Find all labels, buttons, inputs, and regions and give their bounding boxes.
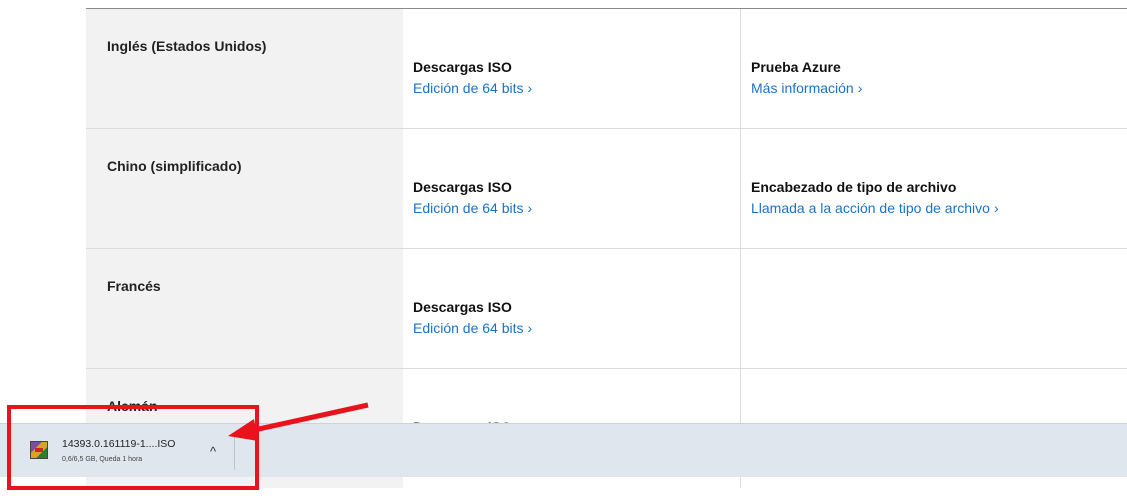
- edition-64bit-link[interactable]: Edición de 64 bits ›: [413, 77, 740, 99]
- file-type-cell: Encabezado de tipo de archivo Llamada a …: [741, 129, 1127, 248]
- download-item[interactable]: 14393.0.161119-1....ISO 0,6/6,5 GB, Qued…: [26, 432, 234, 470]
- iso-downloads-cell: Descargas ISO Edición de 64 bits ›: [403, 129, 741, 248]
- cell-title: Descargas ISO: [413, 59, 512, 75]
- edition-64bit-link[interactable]: Edición de 64 bits ›: [413, 197, 740, 219]
- language-label: Chino (simplificado): [86, 129, 403, 248]
- link-text: Edición de 64 bits: [413, 200, 524, 216]
- chevron-right-icon: ›: [527, 320, 533, 336]
- link-text: Llamada a la acción de tipo de archivo: [751, 200, 990, 216]
- table-row: Chino (simplificado) Descargas ISO Edici…: [86, 129, 1127, 249]
- link-text: Edición de 64 bits: [413, 80, 524, 96]
- chevron-right-icon: ›: [857, 80, 863, 96]
- cell-title: Descargas ISO: [413, 179, 512, 195]
- downloads-table: Inglés (Estados Unidos) Descargas ISO Ed…: [86, 8, 1127, 488]
- iso-downloads-cell: Descargas ISO Edición de 64 bits ›: [403, 249, 741, 368]
- language-label: Francés: [86, 249, 403, 368]
- chevron-up-icon[interactable]: ^: [210, 444, 216, 459]
- cell-title: Encabezado de tipo de archivo: [751, 179, 957, 195]
- empty-cell: [741, 249, 1127, 368]
- cell-title: Prueba Azure: [751, 59, 841, 75]
- archive-file-icon: [30, 441, 48, 459]
- download-filename: 14393.0.161119-1....ISO: [62, 438, 176, 450]
- chevron-right-icon: ›: [993, 200, 999, 216]
- table-row: Inglés (Estados Unidos) Descargas ISO Ed…: [86, 9, 1127, 129]
- chevron-right-icon: ›: [527, 80, 533, 96]
- cell-title: Descargas ISO: [413, 299, 512, 315]
- azure-trial-cell: Prueba Azure Más información ›: [741, 9, 1127, 128]
- download-status: 0,6/6,5 GB, Queda 1 hora: [62, 456, 143, 463]
- language-label: Inglés (Estados Unidos): [86, 9, 403, 128]
- download-bar: 14393.0.161119-1....ISO 0,6/6,5 GB, Qued…: [0, 423, 1127, 477]
- more-info-link[interactable]: Más información ›: [751, 77, 1127, 99]
- divider: [234, 432, 235, 470]
- table-row: Francés Descargas ISO Edición de 64 bits…: [86, 249, 1127, 369]
- link-text: Edición de 64 bits: [413, 320, 524, 336]
- chevron-right-icon: ›: [527, 200, 533, 216]
- iso-downloads-cell: Descargas ISO Edición de 64 bits ›: [403, 9, 741, 128]
- edition-64bit-link[interactable]: Edición de 64 bits ›: [413, 317, 740, 339]
- file-type-cta-link[interactable]: Llamada a la acción de tipo de archivo ›: [751, 197, 1127, 219]
- link-text: Más información: [751, 80, 854, 96]
